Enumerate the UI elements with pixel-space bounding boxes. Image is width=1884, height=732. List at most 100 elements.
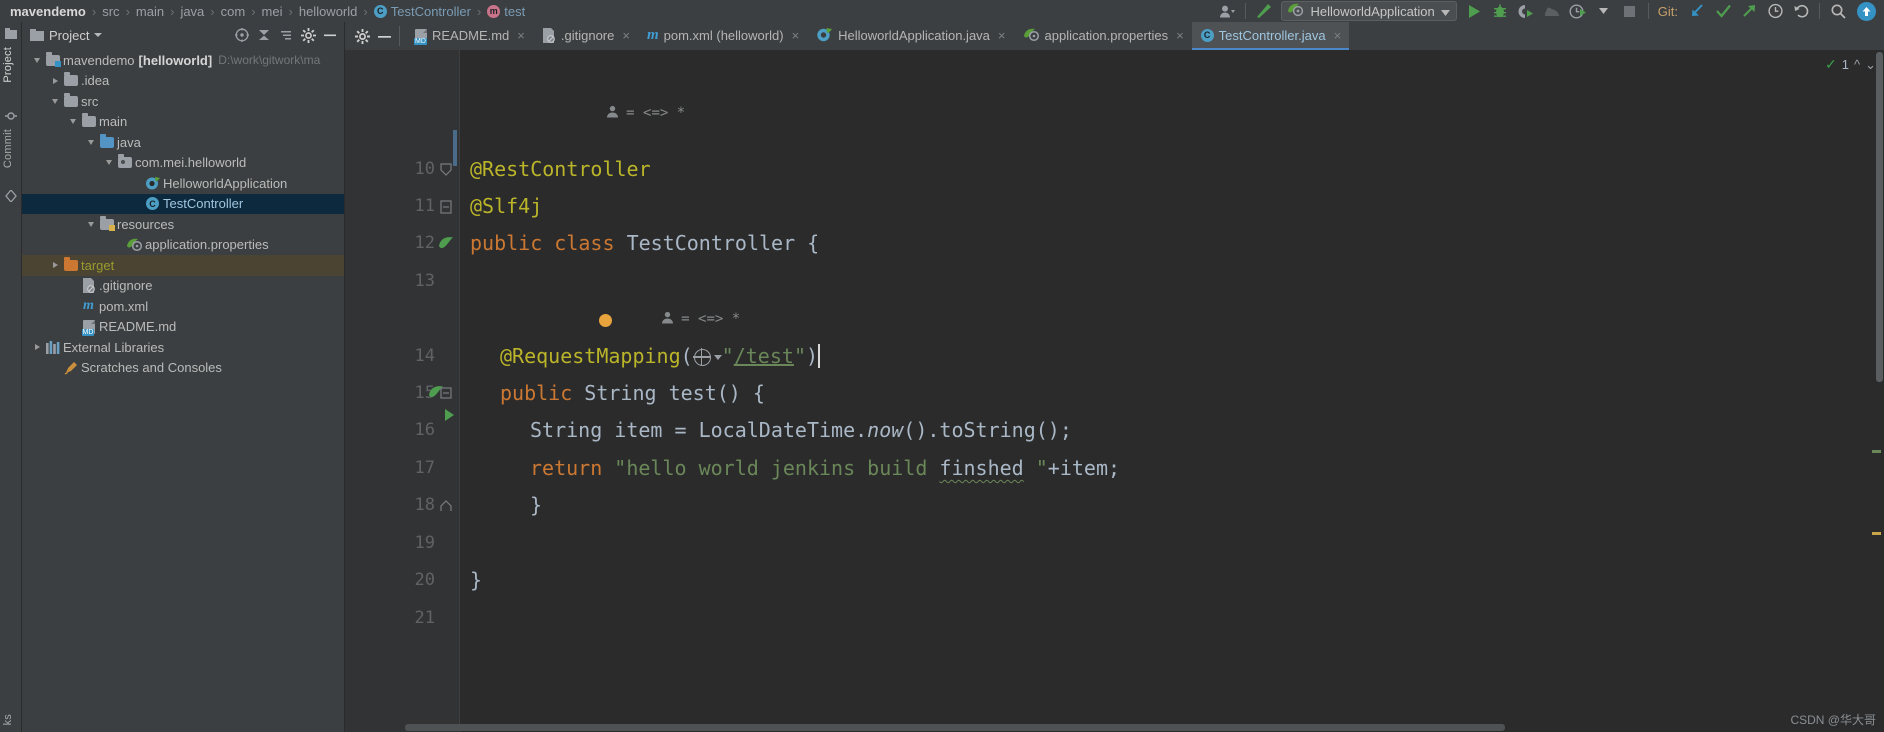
scrollbar-thumb[interactable]: [405, 724, 1505, 731]
chevron-down-icon[interactable]: [1440, 4, 1450, 19]
project-tool-icon[interactable]: [5, 28, 17, 40]
tree-item-pom[interactable]: m pom.xml: [22, 296, 344, 317]
fold-marker-icon[interactable]: [439, 162, 453, 176]
tree-item-helloworld-application[interactable]: HelloworldApplication: [22, 173, 344, 194]
git-push-icon[interactable]: [1736, 0, 1762, 22]
chevron-down-icon[interactable]: [30, 57, 44, 63]
tree-item-test-controller[interactable]: C TestController: [22, 193, 344, 214]
breadcrumb-item-java[interactable]: java: [180, 4, 204, 19]
chevron-down-icon[interactable]: [84, 221, 98, 227]
tree-item-application-properties[interactable]: application.properties: [22, 235, 344, 256]
search-icon[interactable]: [1251, 0, 1277, 22]
sidebar-item-bookmarks[interactable]: ks: [2, 711, 20, 728]
breadcrumb-item-class[interactable]: TestController: [391, 4, 471, 19]
structure-icon[interactable]: [5, 188, 17, 204]
run-clock-button[interactable]: [1565, 0, 1591, 22]
tree-item-readme[interactable]: MD README.md: [22, 317, 344, 338]
close-icon[interactable]: ×: [1176, 28, 1184, 43]
tree-item-target[interactable]: target: [22, 255, 344, 276]
breadcrumb-item-mei[interactable]: mei: [262, 4, 283, 19]
chevron-down-icon[interactable]: [94, 33, 103, 37]
expand-all-icon[interactable]: [254, 25, 274, 45]
close-icon[interactable]: ×: [792, 28, 800, 43]
run-with-coverage-button[interactable]: [1513, 0, 1539, 22]
commit-tool-icon[interactable]: [5, 110, 17, 122]
chevron-down-icon[interactable]: [84, 139, 98, 145]
tree-item-package[interactable]: com.mei.helloworld: [22, 153, 344, 174]
tab-readme[interactable]: MD README.md ×: [406, 22, 533, 50]
chevron-down-icon[interactable]: [102, 160, 116, 166]
tree-item-external-libraries[interactable]: External Libraries: [22, 337, 344, 358]
breadcrumb-item-src[interactable]: src: [102, 4, 119, 19]
breadcrumb-item-com[interactable]: com: [221, 4, 246, 19]
chevron-down-icon[interactable]: [713, 355, 722, 360]
debug-button[interactable]: [1487, 0, 1513, 22]
select-opened-file-icon[interactable]: [232, 25, 252, 45]
tab-application-properties[interactable]: application.properties ×: [1014, 22, 1192, 50]
code-editor[interactable]: = <=> * 10 @RestController 11 @Slf4j 12 …: [345, 50, 1884, 732]
fold-marker-icon[interactable]: [439, 199, 453, 214]
breadcrumb-item-main[interactable]: main: [136, 4, 164, 19]
settings-icon[interactable]: [351, 24, 373, 48]
fold-marker-icon[interactable]: [439, 385, 453, 399]
chevron-right-icon[interactable]: [48, 262, 62, 269]
tree-item-java[interactable]: java: [22, 132, 344, 153]
run-configuration-selector[interactable]: HelloworldApplication: [1281, 1, 1457, 21]
tab-label: README.md: [432, 27, 510, 43]
git-rollback-icon[interactable]: [1788, 0, 1814, 22]
code-line-18: 18 }: [345, 486, 1884, 524]
git-update-icon[interactable]: [1684, 0, 1710, 22]
sidebar-item-project[interactable]: Project: [2, 44, 20, 86]
close-icon[interactable]: ×: [517, 28, 525, 43]
chevron-up-icon[interactable]: ^: [1854, 57, 1860, 72]
breadcrumb-item-root[interactable]: mavendemo: [10, 4, 86, 19]
keyword-public: public: [500, 381, 573, 405]
breadcrumb-item-helloworld[interactable]: helloworld: [299, 4, 358, 19]
line-number: 13: [414, 271, 435, 291]
scrollbar-thumb[interactable]: [1876, 52, 1883, 382]
breadcrumb-item-method[interactable]: test: [504, 4, 525, 19]
chevron-right-icon[interactable]: [30, 344, 44, 351]
editor-vertical-scrollbar[interactable]: [1874, 50, 1884, 732]
git-commit-icon[interactable]: [1710, 0, 1736, 22]
tree-item-root[interactable]: mavendemo [helloworld] D:\work\gitwork\m…: [22, 50, 344, 71]
updates-available-icon[interactable]: [1857, 1, 1876, 21]
tree-item-gitignore[interactable]: .gitignore: [22, 276, 344, 297]
hide-panel-icon[interactable]: [320, 25, 340, 45]
close-icon[interactable]: ×: [998, 28, 1006, 43]
tree-item-scratches[interactable]: Scratches and Consoles: [22, 358, 344, 379]
fold-marker-icon[interactable]: [439, 498, 453, 512]
tree-item-resources[interactable]: resources: [22, 214, 344, 235]
account-icon[interactable]: [1214, 0, 1240, 22]
tab-test-controller[interactable]: C TestController.java ×: [1191, 22, 1350, 50]
spring-bean-icon[interactable]: [437, 233, 457, 253]
inspection-widget[interactable]: ✓ 1 ^ ⌄: [1825, 56, 1876, 73]
chevron-down-icon[interactable]: [1591, 0, 1617, 22]
search-everywhere-icon[interactable]: [1825, 0, 1851, 22]
close-icon[interactable]: ×: [1334, 28, 1342, 43]
tree-item-idea[interactable]: .idea: [22, 71, 344, 92]
chevron-right-icon[interactable]: [48, 77, 62, 84]
editor-horizontal-scrollbar[interactable]: [345, 723, 1745, 732]
git-history-icon[interactable]: [1762, 0, 1788, 22]
tree-item-main[interactable]: main: [22, 112, 344, 133]
tree-item-src[interactable]: src: [22, 91, 344, 112]
project-panel-actions: [232, 25, 340, 45]
tab-gitignore[interactable]: .gitignore ×: [533, 22, 638, 50]
text-caret: [818, 344, 821, 368]
chevron-down-icon[interactable]: [66, 119, 80, 125]
tab-pom[interactable]: m pom.xml (helloworld) ×: [638, 22, 807, 50]
hide-editor-icon[interactable]: [373, 24, 395, 48]
sidebar-item-commit[interactable]: Commit: [2, 126, 20, 171]
chevron-down-icon[interactable]: [48, 98, 62, 104]
tab-helloworld-application[interactable]: HelloworldApplication.java ×: [807, 22, 1013, 50]
web-endpoint-globe-icon[interactable]: [693, 348, 711, 366]
settings-icon[interactable]: [298, 25, 318, 45]
run-button[interactable]: [1461, 0, 1487, 22]
collapse-all-icon[interactable]: [276, 25, 296, 45]
spring-properties-icon: [1023, 27, 1040, 43]
endpoint-path[interactable]: /test: [734, 344, 794, 368]
breadcrumb-separator: ›: [125, 3, 130, 19]
close-icon[interactable]: ×: [622, 28, 630, 43]
line-number: 15: [414, 383, 435, 403]
